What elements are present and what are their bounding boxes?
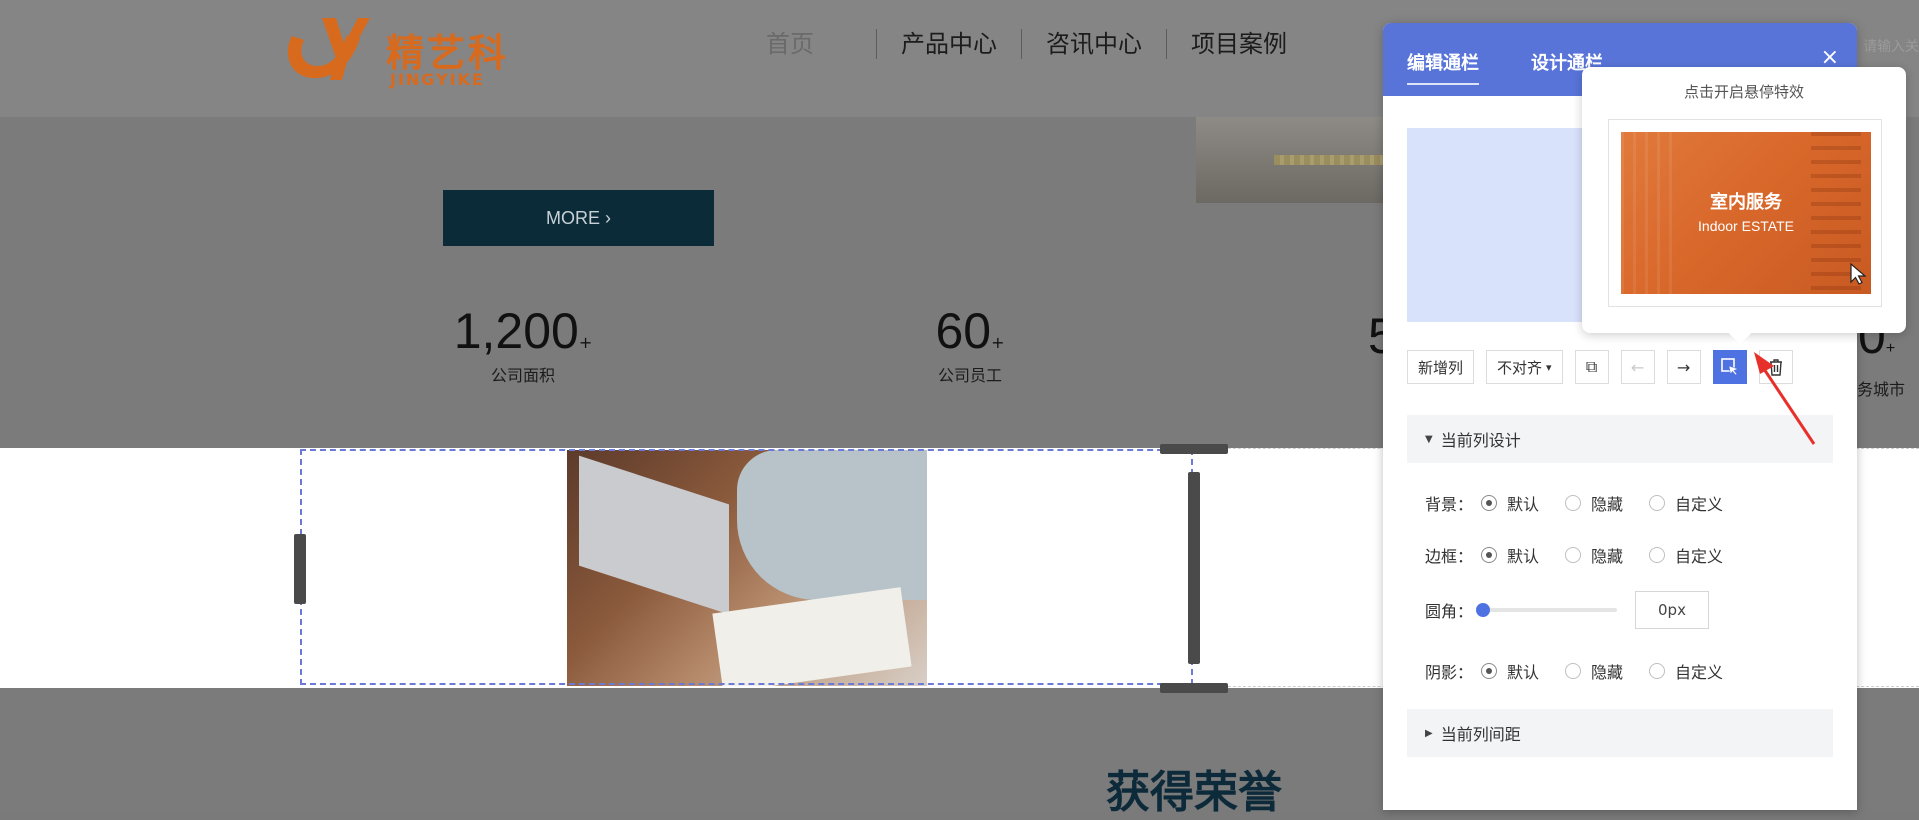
hover-effect-icon[interactable]	[1712, 350, 1747, 384]
stat-employees: 60+ 公司员工	[900, 302, 1040, 386]
stat-plus: +	[1885, 340, 1896, 357]
radius-slider[interactable]	[1476, 603, 1617, 617]
radio-dot	[1565, 495, 1582, 511]
nav-item-news[interactable]: 咨讯中心	[1021, 29, 1166, 59]
section-title: 当前列间距	[1440, 725, 1521, 744]
radius-input[interactable]: 0px	[1635, 591, 1709, 629]
radio-label: 隐藏	[1591, 663, 1624, 682]
more-button[interactable]: MORE ›	[443, 190, 714, 246]
radio-label: 默认	[1507, 495, 1540, 514]
field-label: 背景：	[1425, 495, 1474, 514]
row-shadow: 阴影： 默认 隐藏 自定义	[1425, 659, 1749, 683]
header-search-input[interactable]: 请输入关	[1863, 36, 1919, 56]
image-title-cn: 室内服务	[1710, 192, 1782, 213]
move-right-icon[interactable]: →	[1666, 350, 1701, 384]
radio-label: 默认	[1507, 547, 1540, 566]
radio-label: 默认	[1507, 663, 1540, 682]
stat-number: 1,200	[453, 303, 579, 359]
logo-text-cn: 精艺科	[386, 31, 510, 75]
caret-right-icon: ▶	[1425, 727, 1433, 739]
row-background: 背景： 默认 隐藏 自定义	[1425, 491, 1749, 515]
indoor-service-image: 室内服务 Indoor ESTATE	[1621, 132, 1871, 294]
stat-label: 公司面积	[490, 366, 555, 385]
annotation-arrow-icon	[1754, 352, 1816, 445]
slider-knob[interactable]	[1476, 603, 1490, 617]
radio-shadow-custom[interactable]: 自定义	[1649, 659, 1723, 683]
radio-dot	[1649, 495, 1666, 511]
resize-handle-right[interactable]	[1188, 472, 1200, 664]
radio-dot	[1481, 547, 1497, 563]
radio-label: 隐藏	[1591, 547, 1624, 566]
radio-label: 自定义	[1675, 547, 1724, 566]
site-logo[interactable]: 精艺科 JINGYIKE	[282, 14, 512, 89]
radio-border-default[interactable]: 默认	[1481, 543, 1539, 567]
stat-label: 公司员工	[937, 366, 1002, 385]
radio-dot	[1481, 663, 1497, 679]
radio-dot	[1565, 547, 1582, 563]
stat-plus: +	[578, 333, 593, 352]
nav-item-cases[interactable]: 项目案例	[1166, 29, 1311, 59]
radio-dot	[1565, 663, 1582, 679]
field-label: 圆角：	[1425, 602, 1474, 621]
nav-item-products[interactable]: 产品中心	[876, 29, 1021, 59]
hover-effect-popover: 点击开启悬停特效 室内服务 Indoor ESTATE	[1582, 67, 1906, 333]
column-toolbar: 新增列 不对齐 ▾ ⧉ ← →	[1407, 349, 1805, 385]
resize-handle-left[interactable]	[294, 534, 306, 604]
caret-down-icon: ▼	[1425, 433, 1433, 445]
align-dropdown[interactable]: 不对齐 ▾	[1486, 350, 1563, 384]
main-nav: 首页 产品中心 咨讯中心 项目案例	[752, 26, 1311, 62]
move-left-icon[interactable]: ←	[1620, 350, 1655, 384]
radio-label: 隐藏	[1591, 495, 1624, 514]
radio-background-hide[interactable]: 隐藏	[1565, 491, 1623, 515]
tab-edit-section[interactable]: 编辑通栏	[1407, 49, 1479, 85]
honor-heading: 获得荣誉	[1106, 767, 1282, 818]
radio-background-custom[interactable]: 自定义	[1649, 491, 1723, 515]
mouse-cursor-icon	[1850, 262, 1867, 285]
copy-column-icon[interactable]: ⧉	[1574, 350, 1609, 384]
radio-label: 自定义	[1675, 663, 1724, 682]
image-title-en: Indoor ESTATE	[1698, 218, 1794, 234]
hover-cursor-icon	[1720, 358, 1739, 376]
column-selection-outline[interactable]	[300, 449, 1193, 685]
radio-label: 自定义	[1675, 495, 1724, 514]
field-label: 边框：	[1425, 547, 1474, 566]
stat-number: 60	[935, 303, 992, 359]
popover-title: 点击开启悬停特效	[1683, 83, 1804, 101]
row-border: 边框： 默认 隐藏 自定义	[1425, 543, 1749, 567]
radio-shadow-hide[interactable]: 隐藏	[1565, 659, 1623, 683]
radio-dot	[1649, 547, 1666, 563]
logo-text-en: JINGYIKE	[390, 70, 485, 89]
section-title: 当前列设计	[1440, 431, 1521, 450]
chevron-down-icon: ▾	[1546, 360, 1552, 374]
stat-company-area: 1,200+ 公司面积	[448, 302, 598, 386]
row-radius: 圆角： 0px	[1425, 591, 1709, 629]
radio-dot	[1481, 495, 1497, 511]
radio-border-custom[interactable]: 自定义	[1649, 543, 1723, 567]
logo-mark-icon	[287, 18, 370, 80]
radio-dot	[1649, 663, 1666, 679]
nav-item-home[interactable]: 首页	[752, 29, 876, 59]
resize-handle-bottom[interactable]	[1160, 683, 1228, 693]
add-column-button[interactable]: 新增列	[1407, 350, 1475, 384]
align-dropdown-label: 不对齐	[1497, 358, 1543, 377]
resize-handle-top[interactable]	[1160, 444, 1228, 454]
radio-border-hide[interactable]: 隐藏	[1565, 543, 1623, 567]
field-label: 阴影：	[1425, 663, 1474, 682]
popover-preview-frame[interactable]: 室内服务 Indoor ESTATE	[1608, 119, 1882, 307]
stat-partial-label: 务城市	[1857, 380, 1906, 399]
radio-shadow-default[interactable]: 默认	[1481, 659, 1539, 683]
radio-background-default[interactable]: 默认	[1481, 491, 1539, 515]
section-column-spacing[interactable]: ▶ 当前列间距	[1407, 709, 1833, 757]
stat-plus: +	[991, 333, 1005, 352]
